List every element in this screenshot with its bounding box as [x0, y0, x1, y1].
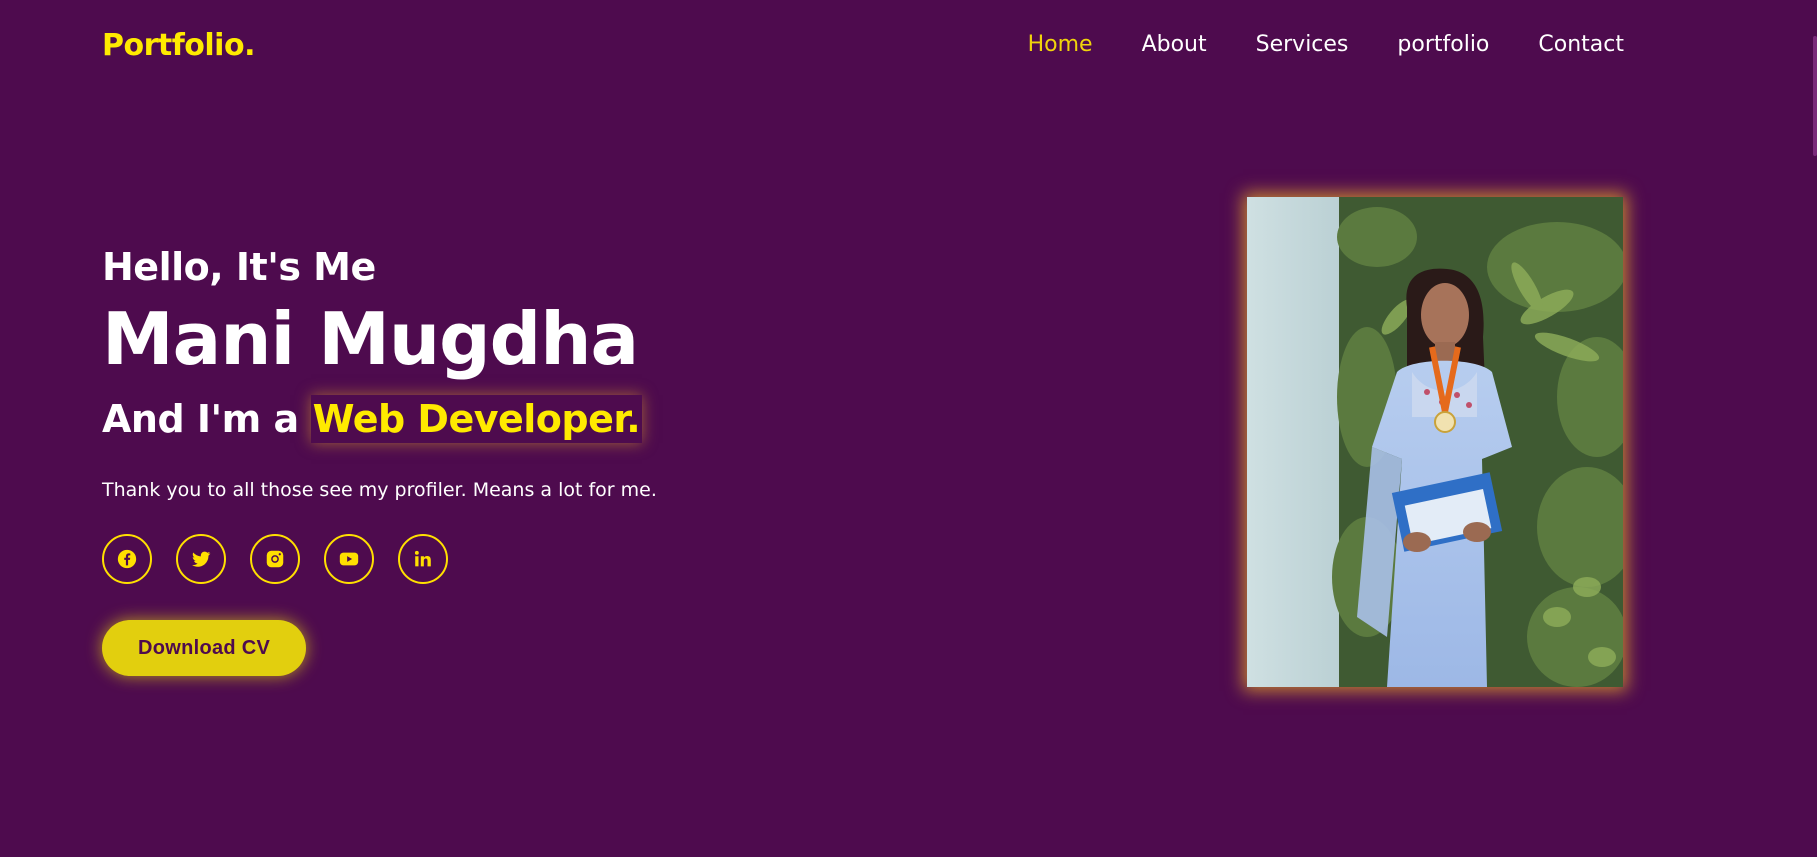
- hero-section: Hello, It's Me Mani Mugdha And I'm a Web…: [102, 245, 657, 676]
- main-nav: Home About Services portfolio Contact: [1028, 32, 1624, 57]
- greeting: Hello, It's Me: [102, 245, 376, 289]
- tagline: Thank you to all those see my profiler. …: [102, 479, 657, 501]
- linkedin-icon[interactable]: [398, 534, 448, 584]
- nav-home[interactable]: Home: [1028, 32, 1093, 57]
- download-cv-button[interactable]: Download CV: [102, 620, 307, 676]
- twitter-icon[interactable]: [176, 534, 226, 584]
- nav-portfolio[interactable]: portfolio: [1397, 32, 1489, 57]
- nav-services[interactable]: Services: [1256, 32, 1349, 57]
- youtube-icon[interactable]: [324, 534, 374, 584]
- facebook-icon[interactable]: [102, 534, 152, 584]
- header: Portfolio. Home About Services portfolio…: [0, 0, 1817, 96]
- scrollbar-thumb[interactable]: [1813, 36, 1817, 156]
- social-links: [102, 534, 657, 584]
- hero-name: Mani Mugdha: [102, 297, 639, 381]
- portfolio-page: Portfolio. Home About Services portfolio…: [0, 0, 1817, 857]
- instagram-icon[interactable]: [250, 534, 300, 584]
- profile-photo-illustration: [1247, 197, 1623, 687]
- logo[interactable]: Portfolio.: [102, 28, 255, 63]
- scrollbar[interactable]: [1811, 0, 1817, 857]
- nav-about[interactable]: About: [1142, 32, 1207, 57]
- role-highlight: Web Developer.: [310, 395, 643, 443]
- nav-contact[interactable]: Contact: [1538, 32, 1624, 57]
- role-line: And I'm a Web Developer.: [102, 395, 657, 443]
- profile-photo: [1247, 197, 1623, 687]
- role-prefix: And I'm a: [102, 397, 299, 441]
